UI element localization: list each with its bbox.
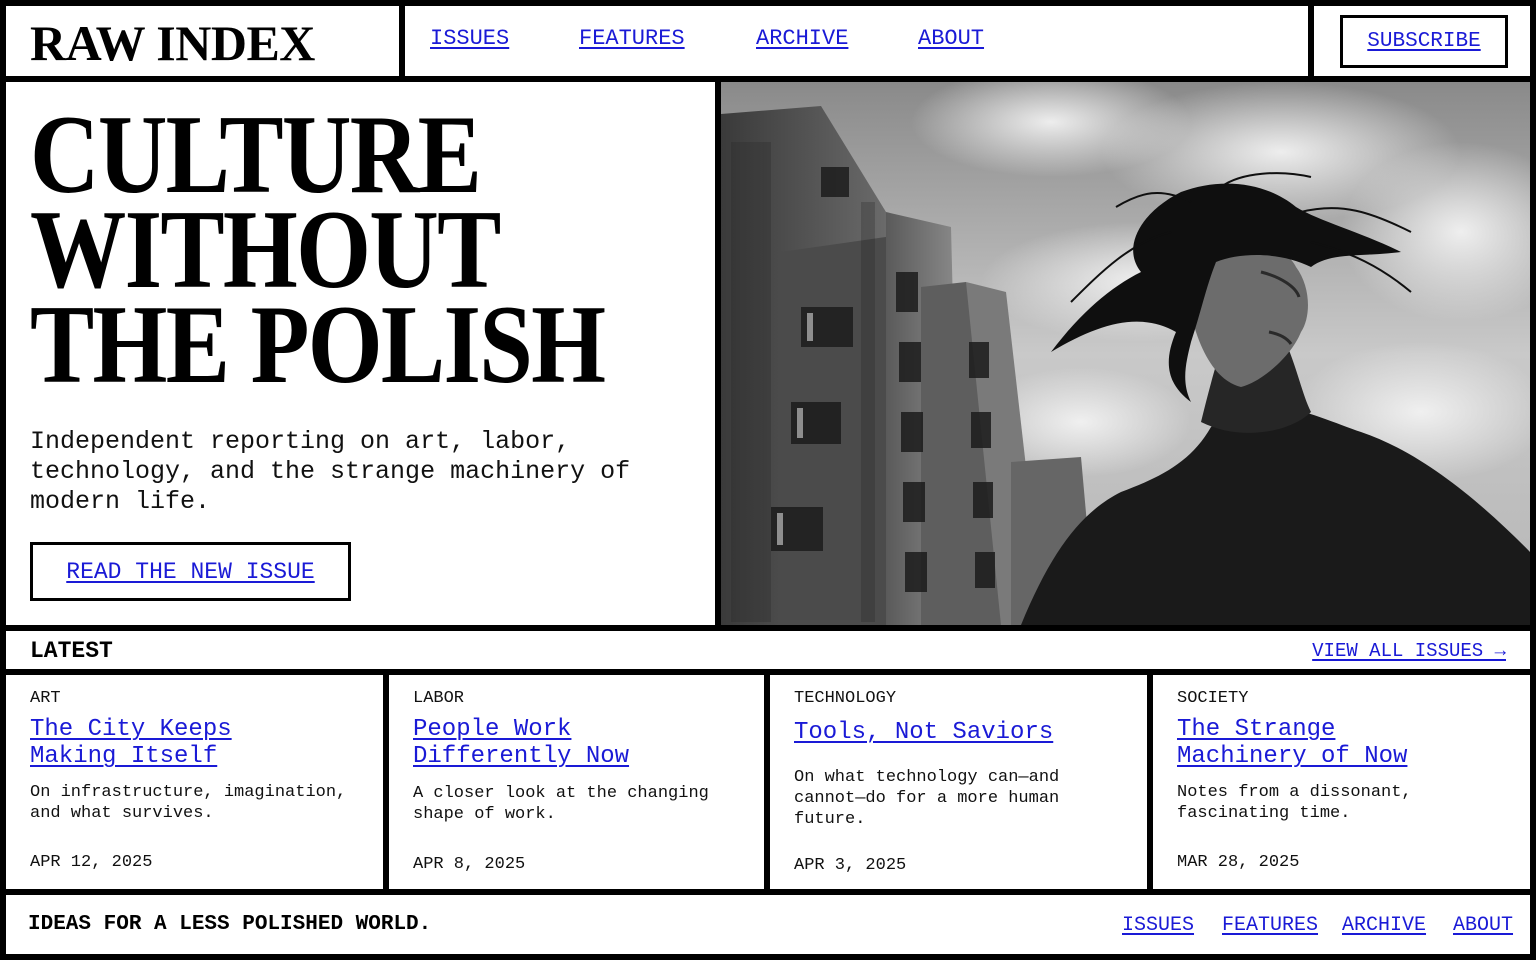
hero-headline: CULTURE WITHOUT THE POLISH — [30, 99, 606, 401]
brand-panel: RAW INDEX — [6, 6, 399, 76]
article-date: APR 12, 2025 — [30, 853, 153, 872]
article-title-link[interactable]: The Strange Machinery of Now — [1177, 716, 1427, 770]
article-category: SOCIETY — [1177, 689, 1249, 708]
footer-link-about[interactable]: ABOUT — [1453, 914, 1513, 937]
footer-link-issues[interactable]: ISSUES — [1122, 914, 1194, 937]
article-title-link[interactable]: People Work Differently Now — [413, 716, 653, 770]
article-date: MAR 28, 2025 — [1177, 853, 1300, 872]
hero-photo — [721, 82, 1530, 625]
main-nav: ISSUES FEATURES ARCHIVE ABOUT — [405, 6, 1308, 76]
article-description: On what technology can—and cannot—do for… — [794, 768, 1060, 829]
article-category: LABOR — [413, 689, 465, 708]
article-description: On infrastructure, imagination, and what… — [30, 783, 347, 823]
site-logo[interactable]: RAW INDEX — [30, 14, 315, 72]
article-category: ART — [30, 689, 61, 708]
article-card: LABOR People Work Differently Now A clos… — [389, 675, 764, 889]
site-footer: IDEAS FOR A LESS POLISHED WORLD. ISSUES … — [6, 895, 1530, 954]
nav-features[interactable]: FEATURES — [579, 26, 685, 51]
nav-issues[interactable]: ISSUES — [430, 26, 509, 51]
subscribe-panel: SUBSCRIBE — [1314, 6, 1530, 76]
article-category: TECHNOLOGY — [794, 689, 897, 708]
latest-header: LATEST VIEW ALL ISSUES → — [6, 631, 1530, 669]
hero-intro: Independent reporting on art, labor, tec… — [30, 427, 631, 516]
article-date: APR 3, 2025 — [794, 856, 907, 875]
read-new-issue-button[interactable]: READ THE NEW ISSUE — [30, 542, 351, 601]
hero-panel: CULTURE WITHOUT THE POLISH Independent r… — [6, 82, 715, 625]
footer-link-features[interactable]: FEATURES — [1222, 914, 1318, 937]
article-title-link[interactable]: The City Keeps Making Itself — [30, 716, 260, 770]
nav-about[interactable]: ABOUT — [918, 26, 984, 51]
article-title-link[interactable]: Tools, Not Saviors — [794, 719, 1124, 746]
latest-title: LATEST — [30, 638, 113, 664]
view-all-issues-link[interactable]: VIEW ALL ISSUES → — [1312, 640, 1506, 662]
headline-line-3: THE POLISH — [30, 283, 606, 407]
article-date: APR 8, 2025 — [413, 855, 526, 874]
subscribe-button[interactable]: SUBSCRIBE — [1340, 15, 1508, 68]
article-card: TECHNOLOGY Tools, Not Saviors On what te… — [770, 675, 1147, 889]
footer-link-archive[interactable]: ARCHIVE — [1342, 914, 1426, 937]
article-description: Notes from a dissonant, fascinating time… — [1177, 783, 1412, 823]
footer-tagline: IDEAS FOR A LESS POLISHED WORLD. — [28, 913, 432, 936]
article-card: ART The City Keeps Making Itself On infr… — [6, 675, 383, 889]
article-card: SOCIETY The Strange Machinery of Now Not… — [1153, 675, 1530, 889]
nav-archive[interactable]: ARCHIVE — [756, 26, 848, 51]
article-description: A closer look at the changing shape of w… — [413, 784, 709, 824]
hero-photo-illustration — [721, 82, 1530, 625]
